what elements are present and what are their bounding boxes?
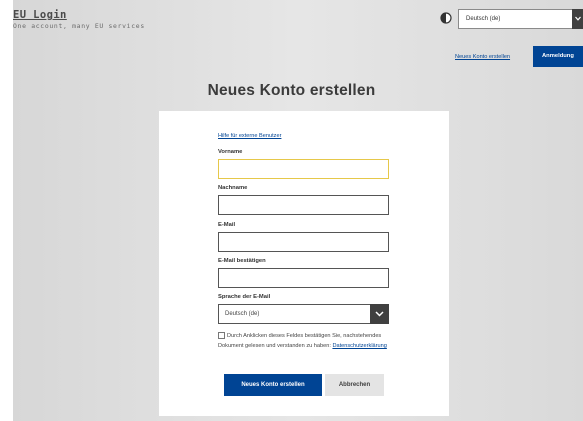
contrast-icon[interactable] xyxy=(440,11,452,24)
logo-title[interactable]: EU Login xyxy=(13,9,145,22)
page-title: Neues Konto erstellen xyxy=(207,82,376,99)
create-account-link[interactable]: Neues Konto erstellen xyxy=(455,54,510,60)
email-language-label: Sprache der E-Mail xyxy=(218,294,271,300)
lastname-label: Nachname xyxy=(218,185,248,191)
consent-checkbox[interactable] xyxy=(218,332,225,339)
email-label: E-Mail xyxy=(218,222,236,228)
login-button[interactable]: Anmeldung xyxy=(533,46,583,67)
logo-subtitle: One account, many EU services xyxy=(13,22,145,30)
chevron-down-icon[interactable] xyxy=(370,304,389,324)
email-confirm-input[interactable] xyxy=(218,268,389,288)
email-input[interactable] xyxy=(218,232,389,252)
chevron-down-icon[interactable] xyxy=(572,9,583,29)
privacy-policy-link[interactable]: Datenschutzerklärung xyxy=(332,343,386,349)
lastname-input[interactable] xyxy=(218,195,389,215)
registration-form-card: Hilfe für externe Benutzer Vorname Nachn… xyxy=(159,111,449,416)
language-select[interactable]: Deutsch (de) xyxy=(458,9,583,29)
firstname-label: Vorname xyxy=(218,149,243,155)
email-confirm-label: E-Mail bestätigen xyxy=(218,258,266,264)
consent-text: Durch Anklicken dieses Feldes bestätigen… xyxy=(218,331,394,351)
create-account-button[interactable]: Neues Konto erstellen xyxy=(224,374,322,396)
cancel-button[interactable]: Abbrechen xyxy=(325,374,384,396)
help-external-users-link[interactable]: Hilfe für externe Benutzer xyxy=(218,133,281,139)
email-language-select[interactable]: Deutsch (de) xyxy=(218,304,389,324)
eu-login-logo[interactable]: EU Login One account, many EU services xyxy=(13,9,145,31)
firstname-input[interactable] xyxy=(218,159,389,179)
